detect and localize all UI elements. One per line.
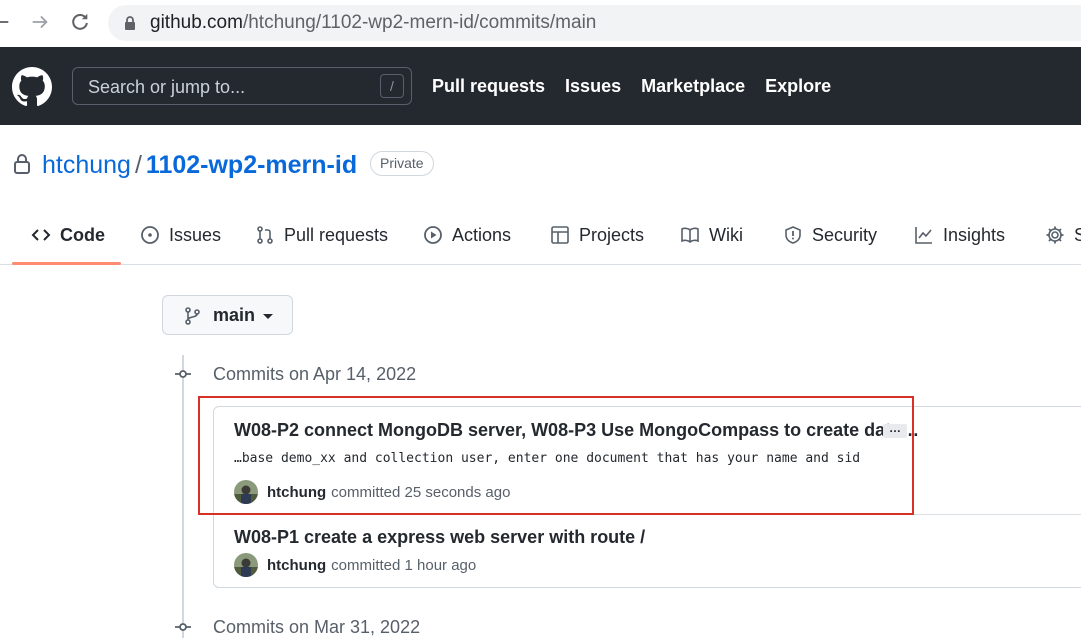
tab-issues[interactable]: Issues xyxy=(140,205,221,265)
url-text: github.com/htchung/1102-wp2-mern-id/comm… xyxy=(150,12,597,33)
book-icon xyxy=(681,227,699,244)
tab-settings-label: S xyxy=(1074,224,1081,245)
back-icon[interactable] xyxy=(0,9,14,35)
commit-group-heading: Commits on Apr 14, 2022 xyxy=(213,364,417,384)
tab-security[interactable]: Security xyxy=(783,205,877,265)
repo-path-separator: / xyxy=(134,151,142,179)
pull-request-icon xyxy=(257,226,273,244)
repo-lock-icon xyxy=(14,154,30,174)
visibility-badge: Private xyxy=(370,151,434,176)
tab-insights-label: Insights xyxy=(943,224,1006,245)
gear-icon xyxy=(1046,226,1064,244)
git-commit-icon xyxy=(175,370,191,378)
timeline-line xyxy=(182,355,184,638)
graph-icon xyxy=(915,227,932,244)
avatar[interactable] xyxy=(234,553,258,577)
nav-marketplace[interactable]: Marketplace xyxy=(641,75,745,97)
repo-owner-link[interactable]: htchung xyxy=(42,151,131,179)
site-header: Search or jump to... / Pull requests Iss… xyxy=(0,47,1081,125)
repo-name-link[interactable]: 1102-wp2-mern-id xyxy=(146,151,357,179)
tab-settings[interactable]: S xyxy=(1045,205,1081,265)
tab-actions-label: Actions xyxy=(452,224,512,245)
play-icon xyxy=(424,226,442,244)
nav-explore[interactable]: Explore xyxy=(765,75,831,97)
shield-icon xyxy=(785,226,801,244)
tab-projects-label: Projects xyxy=(579,224,645,245)
github-logo-icon[interactable] xyxy=(12,67,52,107)
address-bar[interactable]: github.com/htchung/1102-wp2-mern-id/comm… xyxy=(108,5,1081,41)
table-icon xyxy=(551,226,569,244)
commit-meta: htchung committed 1 hour ago xyxy=(234,553,476,577)
commit-group-heading: Commits on Mar 31, 2022 xyxy=(213,617,421,637)
tab-code-label: Code xyxy=(60,224,105,245)
nav-pull-requests[interactable]: Pull requests xyxy=(432,75,545,97)
lock-icon[interactable] xyxy=(122,15,138,31)
git-commit-icon xyxy=(175,623,191,631)
nav-issues[interactable]: Issues xyxy=(565,75,621,97)
code-icon xyxy=(31,229,51,241)
branch-select-button[interactable]: main xyxy=(162,295,293,335)
tab-pull-requests[interactable]: Pull requests xyxy=(255,205,388,265)
tab-pull-requests-label: Pull requests xyxy=(284,224,389,245)
tab-issues-label: Issues xyxy=(169,224,222,245)
tab-projects[interactable]: Projects xyxy=(550,205,644,265)
tab-security-label: Security xyxy=(812,224,878,245)
commit-time: committed 1 hour ago xyxy=(331,556,477,574)
tab-wiki[interactable]: Wiki xyxy=(680,205,743,265)
chevron-down-icon xyxy=(263,314,273,319)
tab-code[interactable]: Code xyxy=(31,205,105,265)
forward-icon[interactable] xyxy=(27,9,53,35)
tab-wiki-label: Wiki xyxy=(709,224,743,245)
branch-name: main xyxy=(213,305,256,325)
highlight-annotation xyxy=(198,396,914,515)
repo-tabs: Code Issues Pull requests Actions Projec… xyxy=(0,205,1081,265)
browser-toolbar: github.com/htchung/1102-wp2-mern-id/comm… xyxy=(0,0,1081,47)
search-placeholder: Search or jump to... xyxy=(88,77,246,97)
search-input[interactable]: Search or jump to... / xyxy=(72,67,412,105)
search-shortcut-key: / xyxy=(380,74,404,98)
git-branch-icon xyxy=(185,307,200,325)
header-nav: Pull requests Issues Marketplace Explore xyxy=(432,75,831,97)
issue-icon xyxy=(141,226,159,244)
tab-insights[interactable]: Insights xyxy=(914,205,1005,265)
commit-title-link[interactable]: W08-P1 create a express web server with … xyxy=(234,526,645,548)
tab-actions[interactable]: Actions xyxy=(423,205,511,265)
reload-icon[interactable] xyxy=(67,9,93,35)
repo-title: htchung/1102-wp2-mern-id xyxy=(42,150,357,180)
commit-author-link[interactable]: htchung xyxy=(267,557,326,574)
selected-tab-underline xyxy=(12,262,121,265)
